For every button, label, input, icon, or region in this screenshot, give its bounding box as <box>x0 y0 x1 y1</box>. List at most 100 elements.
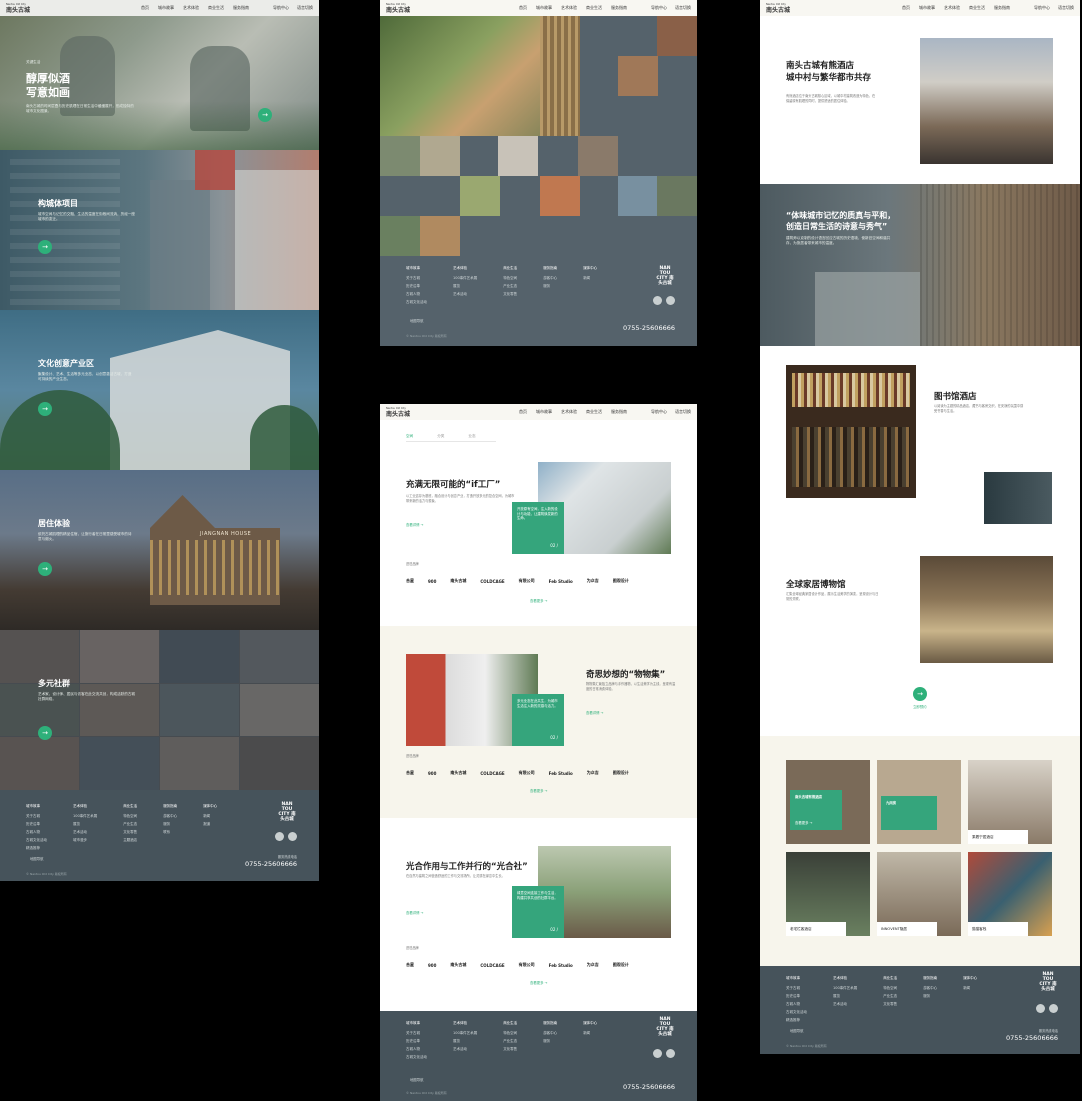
footer-link[interactable]: 文化零售 <box>123 830 137 835</box>
footer-link[interactable]: 报道 <box>203 822 217 827</box>
footer-link[interactable]: 100事件艺术展 <box>73 814 97 819</box>
footer-link[interactable]: 历史沿革 <box>26 822 47 827</box>
museum-book-button[interactable]: → <box>913 687 927 701</box>
site-logo[interactable]: Nantou Old City 南头古城 <box>386 2 410 14</box>
footer-link[interactable]: 艺术活动 <box>73 830 97 835</box>
brand-logo[interactable]: 合星 <box>406 578 414 584</box>
brand-logo[interactable]: 有限公司 <box>519 770 535 776</box>
footer-link[interactable]: 精选推荐 <box>26 846 47 851</box>
hotel-card[interactable]: 乘着宁居酒店 <box>968 760 1052 844</box>
nav-link-home[interactable]: 首页 <box>902 5 910 11</box>
museum-photo[interactable] <box>920 556 1053 663</box>
language-button[interactable]: 语言切换 <box>675 409 691 415</box>
view-more-link[interactable]: 查看更多 → <box>530 598 547 603</box>
nav-center-button[interactable]: 导航中心 <box>651 409 667 415</box>
nav-center-button[interactable]: 导航中心 <box>1034 5 1050 11</box>
brand-logo[interactable]: COLDCAGE <box>480 963 504 968</box>
brand-logo[interactable]: 南头古城 <box>450 578 466 584</box>
footer-link[interactable]: 古城人物 <box>26 830 47 835</box>
brand-logo[interactable]: 为众吉 <box>587 962 599 968</box>
mosaic-photo[interactable] <box>498 136 538 176</box>
brand-logo[interactable]: 900 <box>428 963 436 968</box>
nav-link-art[interactable]: 艺术体验 <box>561 5 577 11</box>
nav-link-service[interactable]: 服务指南 <box>611 5 627 11</box>
nav-link-stories[interactable]: 城市故事 <box>158 5 174 11</box>
language-button[interactable]: 语言切换 <box>1058 5 1074 11</box>
hotel-card[interactable]: INNOVENT隐居 <box>877 852 961 936</box>
weibo-icon[interactable] <box>288 832 297 841</box>
nav-link-service[interactable]: 服务指南 <box>994 5 1010 11</box>
mosaic-photo[interactable] <box>578 136 618 176</box>
library-photo-small[interactable] <box>984 472 1052 524</box>
brand-logo[interactable]: 900 <box>428 771 436 776</box>
footer-link[interactable]: 游客中心 <box>163 814 177 819</box>
brand-logo[interactable]: COLDCAGE <box>480 771 504 776</box>
language-button[interactable]: 语言切换 <box>297 5 313 11</box>
wechat-icon[interactable] <box>275 832 284 841</box>
museum-book-label[interactable]: 立即预约 <box>913 704 927 709</box>
weibo-icon[interactable] <box>666 296 675 305</box>
footer-address[interactable]: 地图导航 <box>30 856 44 861</box>
nav-center-button[interactable]: 导航中心 <box>651 5 667 11</box>
footer-address[interactable]: 地图导航 <box>790 1028 804 1033</box>
nav-link-home[interactable]: 首页 <box>519 409 527 415</box>
nav-link-home[interactable]: 首页 <box>141 5 149 11</box>
nav-link-art[interactable]: 艺术体验 <box>183 5 199 11</box>
mosaic-photo[interactable] <box>540 16 580 136</box>
hotel-photo[interactable] <box>920 38 1053 164</box>
brand-logo[interactable]: 为众吉 <box>587 770 599 776</box>
brand-logo[interactable]: Feb Studio <box>549 771 573 776</box>
footer-address[interactable]: 地图导航 <box>410 1077 424 1082</box>
section-living-button[interactable]: → <box>38 562 52 576</box>
footer-link[interactable]: 关于古城 <box>26 814 47 819</box>
space-c-more-link[interactable]: 查看详情 → <box>406 910 423 915</box>
nav-link-business[interactable]: 商业生活 <box>586 5 602 11</box>
language-button[interactable]: 语言切换 <box>675 5 691 11</box>
section-urban-button[interactable]: → <box>38 240 52 254</box>
mosaic-photo[interactable] <box>657 176 697 216</box>
footer-link[interactable]: 联系 <box>163 830 177 835</box>
brand-logo[interactable]: 合星 <box>406 770 414 776</box>
nav-center-button[interactable]: 导航中心 <box>273 5 289 11</box>
mosaic-photo[interactable] <box>618 56 658 96</box>
brand-logo[interactable]: 有限公司 <box>519 578 535 584</box>
hotel-card[interactable]: 老宅栏客酒店 <box>786 852 870 936</box>
footer-link[interactable]: 城市漫步 <box>73 838 97 843</box>
nav-link-art[interactable]: 艺术体验 <box>944 5 960 11</box>
section-creative-button[interactable]: → <box>38 402 52 416</box>
brand-logo[interactable]: 有限公司 <box>519 962 535 968</box>
hero-next-button[interactable]: → <box>258 108 272 122</box>
brand-logo[interactable]: Feb Studio <box>549 579 573 584</box>
hotel-card[interactable]: 南头古城有熊酒店 查看更多 → <box>786 760 870 844</box>
weibo-icon[interactable] <box>1049 1004 1058 1013</box>
mosaic-photo[interactable] <box>420 216 460 256</box>
footer-link[interactable]: 服务 <box>163 822 177 827</box>
nav-link-home[interactable]: 首页 <box>519 5 527 11</box>
footer-link[interactable]: 主题酒店 <box>123 838 137 843</box>
footer-link[interactable]: 特色空间 <box>123 814 137 819</box>
nav-link-stories[interactable]: 城市故事 <box>536 5 552 11</box>
mosaic-photo[interactable] <box>420 136 460 176</box>
view-more-link[interactable]: 查看更多 → <box>530 980 547 985</box>
brand-logo[interactable]: 图观设计 <box>613 578 629 584</box>
space-b-more-link[interactable]: 查看详情 → <box>586 710 603 715</box>
nav-link-business[interactable]: 商业生活 <box>208 5 224 11</box>
site-logo[interactable]: Nantou Old City 南头古城 <box>6 2 30 14</box>
mosaic-photo[interactable] <box>460 176 500 216</box>
brand-logo[interactable]: 南头古城 <box>450 962 466 968</box>
brand-logo[interactable]: 900 <box>428 579 436 584</box>
weibo-icon[interactable] <box>666 1049 675 1058</box>
brand-logo[interactable]: 南头古城 <box>450 770 466 776</box>
footer-address[interactable]: 地图导航 <box>410 318 424 323</box>
nav-link-stories[interactable]: 城市故事 <box>919 5 935 11</box>
site-logo[interactable]: Nantou Old City 南头古城 <box>386 406 410 418</box>
footer-link[interactable]: 展览 <box>73 822 97 827</box>
filter-tab[interactable]: 空间 <box>406 434 413 439</box>
brand-logo[interactable]: 图观设计 <box>613 770 629 776</box>
footer-link[interactable]: 古城文化活动 <box>26 838 47 843</box>
nav-link-art[interactable]: 艺术体验 <box>561 409 577 415</box>
space-a-more-link[interactable]: 查看详情 → <box>406 522 423 527</box>
mosaic-photo[interactable] <box>380 136 420 176</box>
filter-tab[interactable]: 分类 <box>437 434 444 439</box>
brand-logo[interactable]: Feb Studio <box>549 963 573 968</box>
